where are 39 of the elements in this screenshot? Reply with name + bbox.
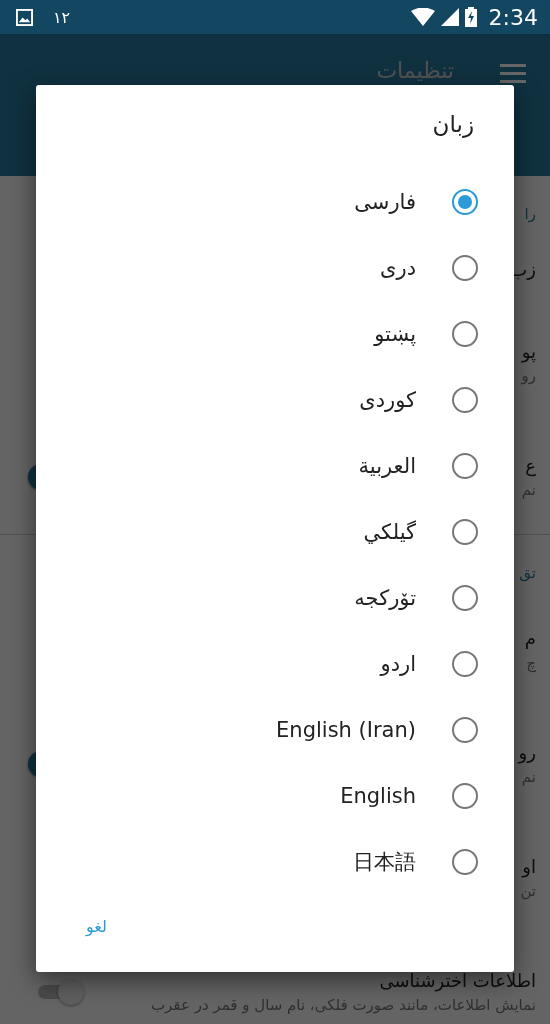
language-option[interactable]: کوردی bbox=[76, 367, 478, 433]
setting-title: او bbox=[522, 856, 536, 878]
language-option[interactable]: دری bbox=[76, 235, 478, 301]
clock-time: 2:34 bbox=[488, 4, 538, 30]
language-option[interactable]: العربية bbox=[76, 433, 478, 499]
setting-title: رو bbox=[518, 742, 536, 764]
battery-icon bbox=[464, 7, 477, 27]
language-option[interactable]: English (Iran) bbox=[76, 697, 478, 763]
section-header: را bbox=[524, 204, 537, 225]
language-option[interactable]: گیلکي bbox=[76, 499, 478, 565]
dialog-title: زبان bbox=[432, 111, 474, 137]
language-option[interactable]: تۆرکجه bbox=[76, 565, 478, 631]
language-option[interactable]: پښتو bbox=[76, 301, 478, 367]
setting-title: ع bbox=[525, 455, 536, 477]
radio-button[interactable] bbox=[452, 321, 478, 347]
language-option[interactable]: 日本語 bbox=[76, 829, 478, 895]
radio-button[interactable] bbox=[452, 651, 478, 677]
radio-button[interactable] bbox=[452, 387, 478, 413]
radio-button[interactable] bbox=[452, 255, 478, 281]
radio-button[interactable] bbox=[452, 849, 478, 875]
radio-button[interactable] bbox=[452, 453, 478, 479]
language-option[interactable]: English bbox=[76, 763, 478, 829]
setting-title: م bbox=[524, 628, 536, 650]
radio-button[interactable] bbox=[452, 189, 478, 215]
app-title: تنظیمات bbox=[376, 58, 454, 83]
radio-button[interactable] bbox=[452, 585, 478, 611]
setting-title: اطلاعات اخترشناسی bbox=[379, 970, 536, 992]
wifi-icon bbox=[410, 8, 435, 26]
section-header: تق bbox=[519, 563, 537, 584]
notification-count: ۱۲ bbox=[53, 7, 71, 27]
radio-button[interactable] bbox=[452, 519, 478, 545]
radio-button[interactable] bbox=[452, 717, 478, 743]
radio-button[interactable] bbox=[452, 783, 478, 809]
menu-icon[interactable] bbox=[500, 64, 526, 84]
setting-title: پو bbox=[521, 341, 536, 363]
image-icon bbox=[16, 8, 33, 26]
language-option[interactable]: فارسی bbox=[76, 169, 478, 235]
signal-icon bbox=[440, 8, 459, 26]
language-option[interactable]: اردو bbox=[76, 631, 478, 697]
